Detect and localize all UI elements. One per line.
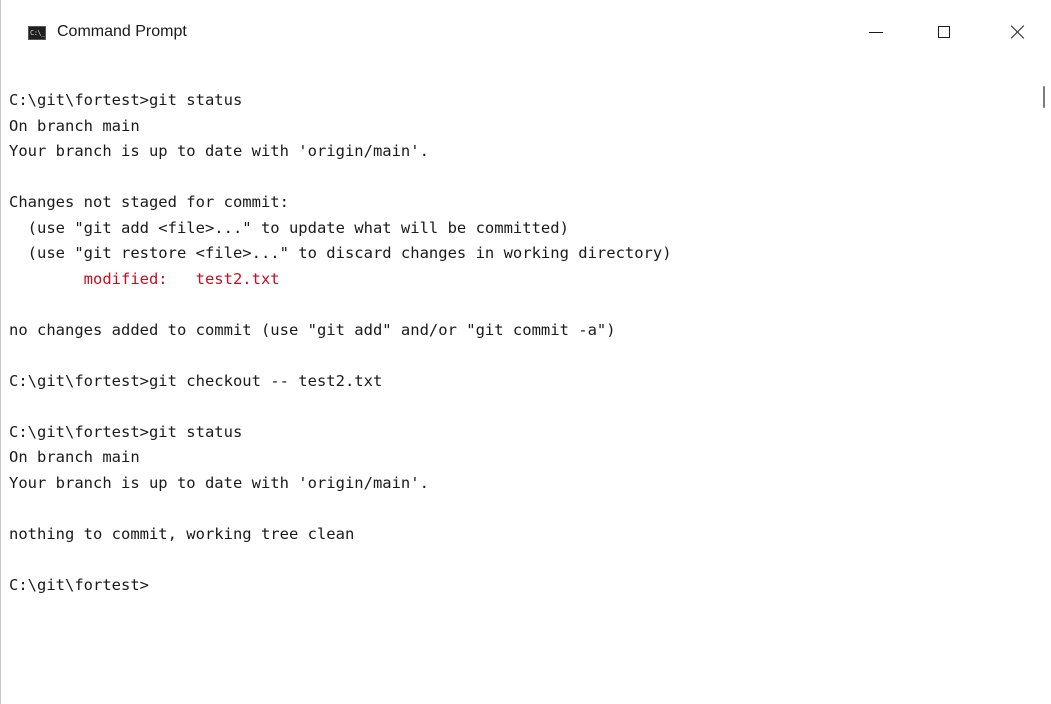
console-line: Your branch is up to date with 'origin/m… [9, 142, 429, 160]
minimize-icon [869, 31, 883, 33]
console-line: C:\git\fortest>git status [9, 422, 243, 441]
console-line: (use "git restore <file>..." to discard … [9, 244, 672, 262]
close-icon [1011, 25, 1025, 39]
console-line: On branch main [9, 448, 140, 466]
maximize-button[interactable] [921, 12, 967, 52]
cmd-app-icon[interactable]: C:\_ [28, 26, 46, 40]
command-prompt-window: C:\_ Command Prompt C:\git\fortest>git s… [0, 0, 1051, 704]
console-output[interactable]: C:\git\fortest>git status On branch main Y… [9, 88, 1029, 698]
close-button[interactable] [995, 12, 1041, 52]
vertical-scrollbar[interactable] [1037, 66, 1051, 704]
console-line: C:\git\fortest>git status [9, 91, 243, 109]
console-line: nothing to commit, working tree clean [9, 524, 355, 543]
console-line: C:\git\fortest>git checkout -- test2.txt [9, 371, 383, 390]
title-bar[interactable]: C:\_ Command Prompt [1, 0, 1051, 66]
console-line: modified: test2.txt [9, 269, 280, 288]
window-title: Command Prompt [57, 23, 187, 40]
console-line: C:\git\fortest> [9, 575, 149, 594]
console-line: Changes not staged for commit: [9, 193, 289, 211]
console-line: Your branch is up to date with 'origin/m… [9, 473, 429, 492]
console-line: On branch main [9, 116, 140, 135]
console-line: no changes added to commit (use "git add… [9, 320, 616, 339]
console-line: (use "git add <file>..." to update what … [9, 218, 569, 237]
scrollbar-thumb[interactable] [1043, 86, 1045, 108]
minimize-button[interactable] [853, 12, 899, 52]
maximize-icon [938, 26, 950, 38]
